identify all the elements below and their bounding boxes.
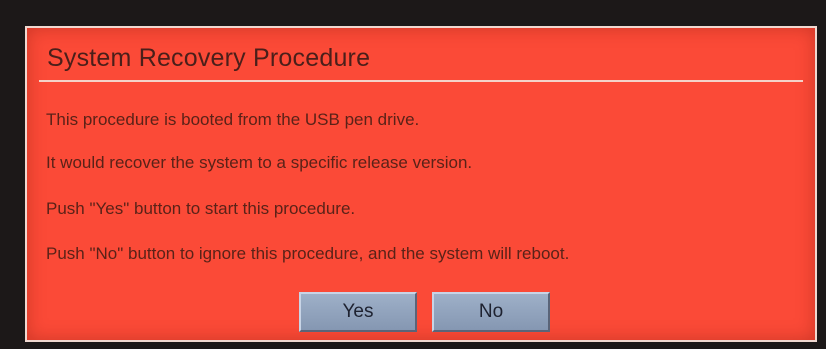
message-line-recover-version: It would recover the system to a specifi… <box>46 153 473 172</box>
yes-button[interactable]: Yes <box>299 292 417 332</box>
title-divider <box>39 80 803 82</box>
recovery-dialog: System Recovery Procedure This procedure… <box>25 26 817 342</box>
dialog-title: System Recovery Procedure <box>47 44 371 72</box>
message-line-usb-boot: This procedure is booted from the USB pe… <box>46 110 420 129</box>
screen-frame: System Recovery Procedure This procedure… <box>0 0 826 349</box>
no-button[interactable]: No <box>432 292 550 332</box>
message-line-yes-instruction: Push "Yes" button to start this procedur… <box>46 199 356 218</box>
message-line-no-instruction: Push "No" button to ignore this procedur… <box>46 244 570 263</box>
